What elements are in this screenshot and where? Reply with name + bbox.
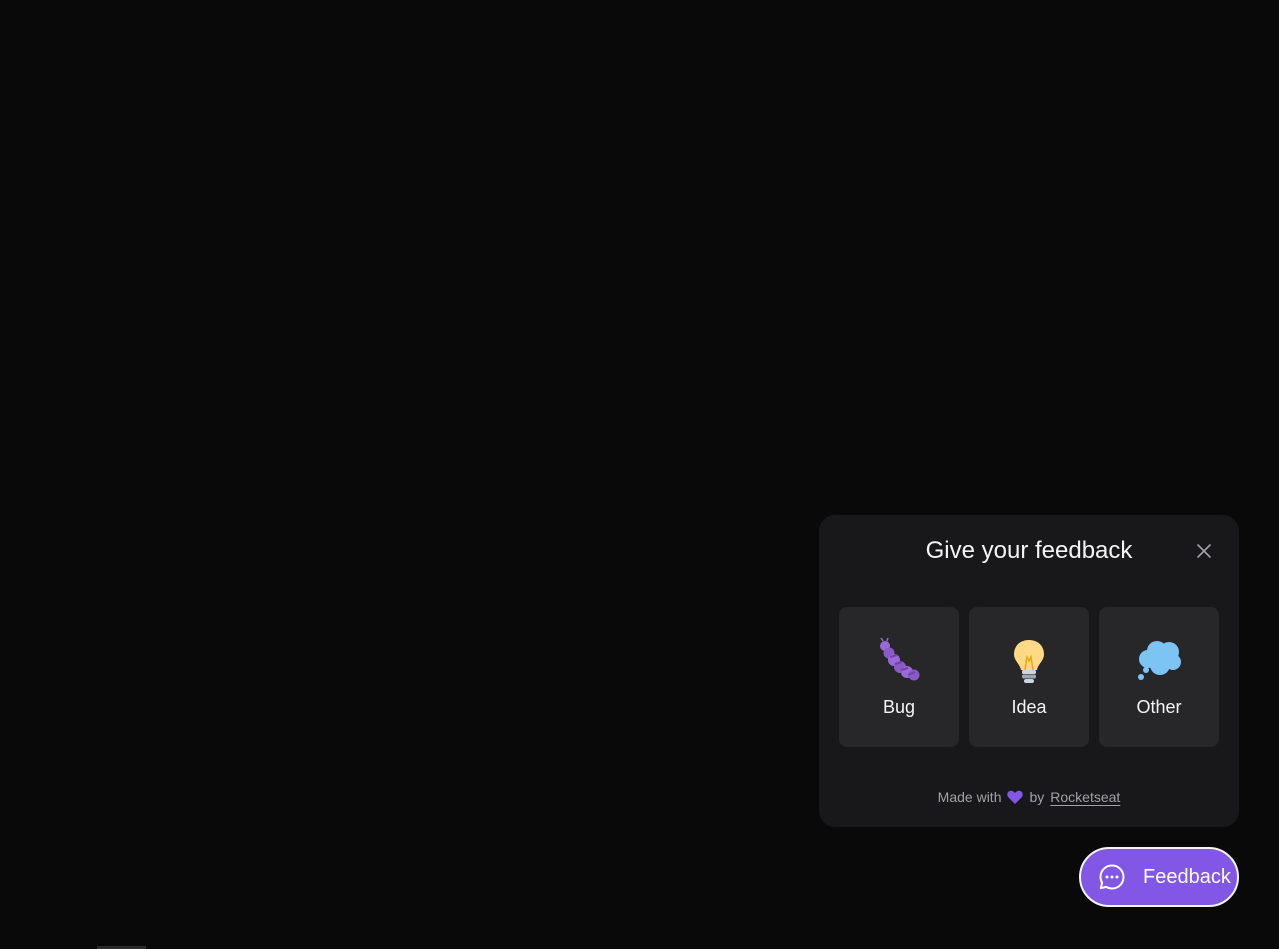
option-other-button[interactable]: Other	[1099, 607, 1219, 747]
lightbulb-icon	[1005, 637, 1053, 685]
option-bug-label: Bug	[882, 697, 916, 717]
widget-title: Give your feedback	[925, 537, 1133, 564]
caterpillar-icon	[875, 637, 923, 685]
feedback-launcher-button[interactable]: Feedback	[1079, 847, 1239, 907]
option-idea-button[interactable]: Idea	[969, 607, 1089, 747]
thought-bubble-icon	[1135, 637, 1183, 685]
chat-bubble-icon	[1099, 864, 1125, 890]
option-bug-button[interactable]: Bug	[839, 607, 959, 747]
feedback-widget-panel: Give your feedback Bug Idea Other Made w…	[819, 515, 1239, 827]
close-icon	[1197, 544, 1211, 558]
rocketseat-link[interactable]: Rocketseat	[1050, 787, 1120, 807]
widget-footer: Made with by Rocketseat	[819, 787, 1239, 807]
option-idea-label: Idea	[1011, 697, 1047, 717]
feedback-type-options: Bug Idea Other	[839, 607, 1219, 747]
footer-made-with: Made with	[937, 789, 1002, 805]
close-button[interactable]	[1192, 539, 1216, 563]
feedback-launcher-label: Feedback	[1143, 866, 1231, 888]
app-background: Give your feedback Bug Idea Other Made w…	[0, 0, 1279, 949]
option-other-label: Other	[1136, 697, 1182, 717]
footer-by: by	[1029, 789, 1045, 805]
heart-icon	[1007, 790, 1024, 804]
